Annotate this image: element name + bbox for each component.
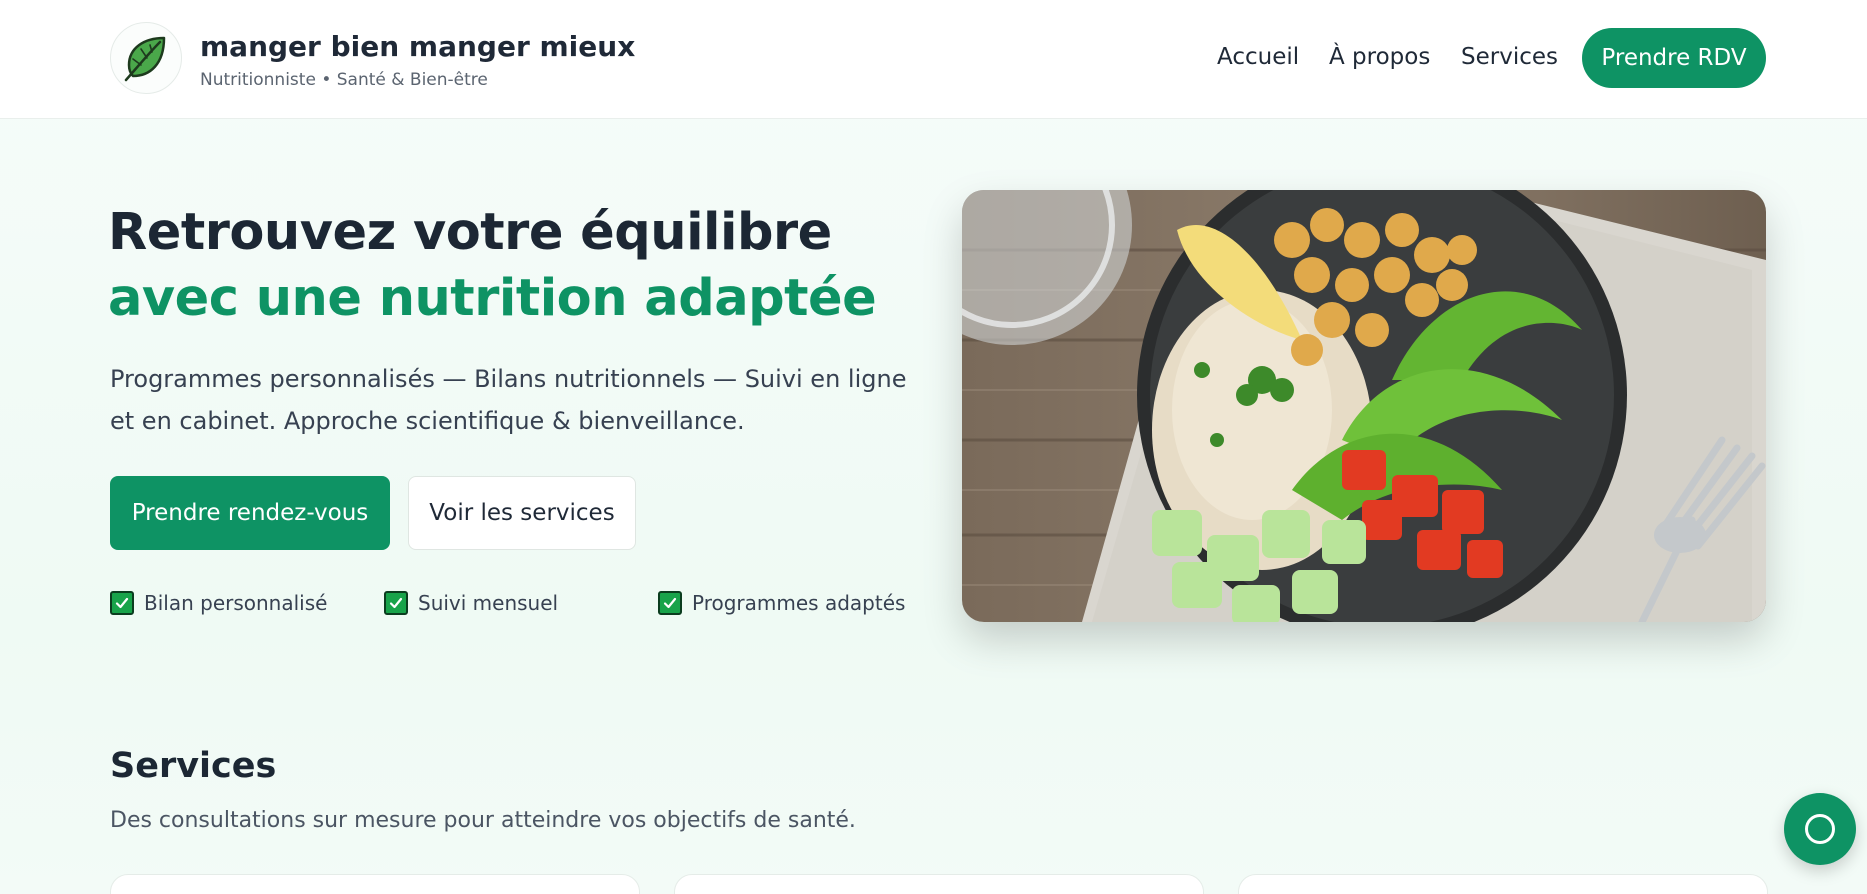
chat-button[interactable]: [1784, 793, 1856, 865]
nav-link-accueil[interactable]: Accueil: [1217, 44, 1299, 70]
checkbox-checked-icon: [110, 591, 134, 615]
logo[interactable]: [110, 22, 182, 94]
services-title: Services: [110, 746, 277, 786]
brand-tagline: Nutritionniste • Santé & Bien-être: [200, 70, 488, 90]
checkbox-checked-icon: [658, 591, 682, 615]
book-appointment-primary-button[interactable]: Prendre rendez-vous: [110, 476, 390, 550]
services-subtitle: Des consultations sur mesure pour attein…: [110, 808, 856, 833]
hero-title-line1: Retrouvez votre équilibre: [108, 203, 832, 262]
service-card[interactable]: [110, 874, 640, 894]
hero-description: Programmes personnalisés — Bilans nutrit…: [110, 365, 907, 435]
site-header: manger bien manger mieux Nutritionniste …: [0, 0, 1867, 119]
brand-name[interactable]: manger bien manger mieux: [200, 30, 635, 63]
feature-item: Programmes adaptés: [658, 591, 905, 615]
leaf-icon: [124, 36, 166, 82]
feature-label: Suivi mensuel: [418, 591, 559, 615]
service-card[interactable]: [674, 874, 1204, 894]
feature-label: Bilan personnalisé: [144, 591, 328, 615]
checkbox-checked-icon: [384, 591, 408, 615]
hero-title: Retrouvez votre équilibre avec une nutri…: [108, 200, 877, 332]
feature-label: Programmes adaptés: [692, 591, 906, 615]
book-appointment-button[interactable]: Prendre RDV: [1582, 28, 1766, 88]
nav-link-a-propos[interactable]: À propos: [1329, 44, 1430, 70]
service-card[interactable]: [1238, 874, 1768, 894]
page: manger bien manger mieux Nutritionniste …: [0, 0, 1867, 894]
hero-image: [962, 190, 1766, 622]
feature-item: Suivi mensuel: [384, 591, 558, 615]
nav-link-services[interactable]: Services: [1461, 44, 1558, 70]
view-services-button[interactable]: Voir les services: [408, 476, 636, 550]
salad-bowl-illustration: [962, 190, 1766, 622]
hero-title-line2: avec une nutrition adaptée: [108, 269, 877, 328]
chat-circle-icon: [1805, 814, 1835, 844]
feature-item: Bilan personnalisé: [110, 591, 327, 615]
